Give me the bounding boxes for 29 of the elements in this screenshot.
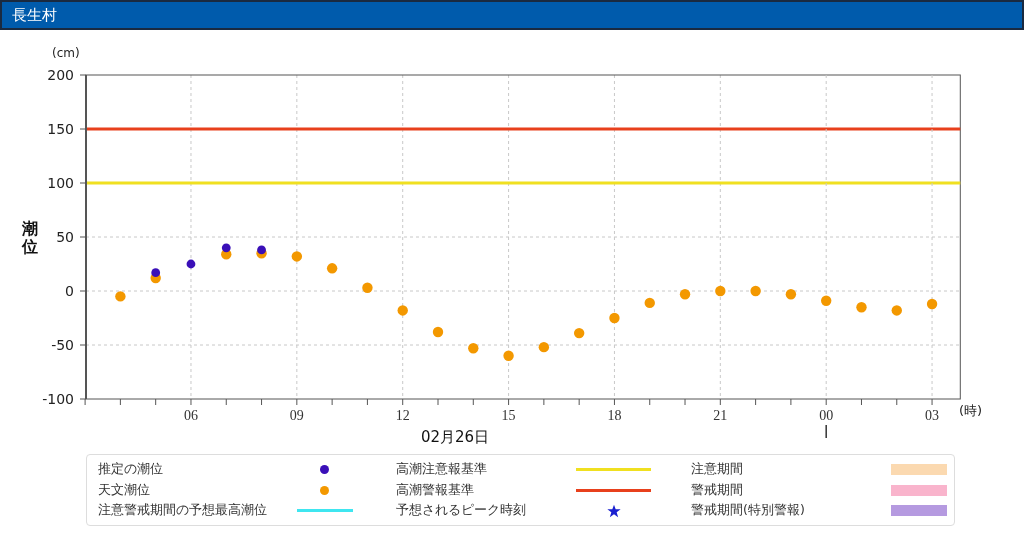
legend-label: 高潮注意報基準 xyxy=(396,461,488,478)
legend-label: 警戒期間(特別警報) xyxy=(691,502,806,519)
tick-label: 09 xyxy=(289,408,304,423)
tick-label: 03 xyxy=(925,408,940,423)
date-label: 02月26日 xyxy=(420,428,490,446)
tick-label: -100 xyxy=(42,391,74,407)
tick-label: 100 xyxy=(47,175,74,191)
tick-label: 06 xyxy=(183,408,198,423)
legend-label: 警戒期間 xyxy=(691,481,744,499)
tick-label: 21 xyxy=(713,408,728,423)
tick-label: 00 xyxy=(819,408,834,423)
legend-label: 天文潮位 xyxy=(98,481,151,499)
tick-label: 0 xyxy=(65,283,74,299)
tick-label: 150 xyxy=(47,121,74,137)
unit-label: (cm) xyxy=(52,46,80,60)
legend-label: 注意期間 xyxy=(691,461,744,478)
legend-label: 高潮警報基準 xyxy=(396,481,475,499)
tick-label: 50 xyxy=(56,229,74,245)
legend-label: 予想されるピーク時刻 xyxy=(396,502,527,519)
tick-label: 200 xyxy=(47,67,74,83)
tick-label: 15 xyxy=(501,408,516,423)
legend-label: 推定の潮位 xyxy=(98,461,164,478)
tick-label: 18 xyxy=(607,408,622,423)
axis-title: 潮位 xyxy=(22,220,38,256)
station-title: 長生村 xyxy=(12,5,57,25)
unit-label: (時) xyxy=(959,403,983,418)
tick-label: 12 xyxy=(395,408,410,423)
legend-label: 注意警戒期間の予想最高潮位 xyxy=(98,502,268,519)
tick-label: -50 xyxy=(51,337,74,353)
